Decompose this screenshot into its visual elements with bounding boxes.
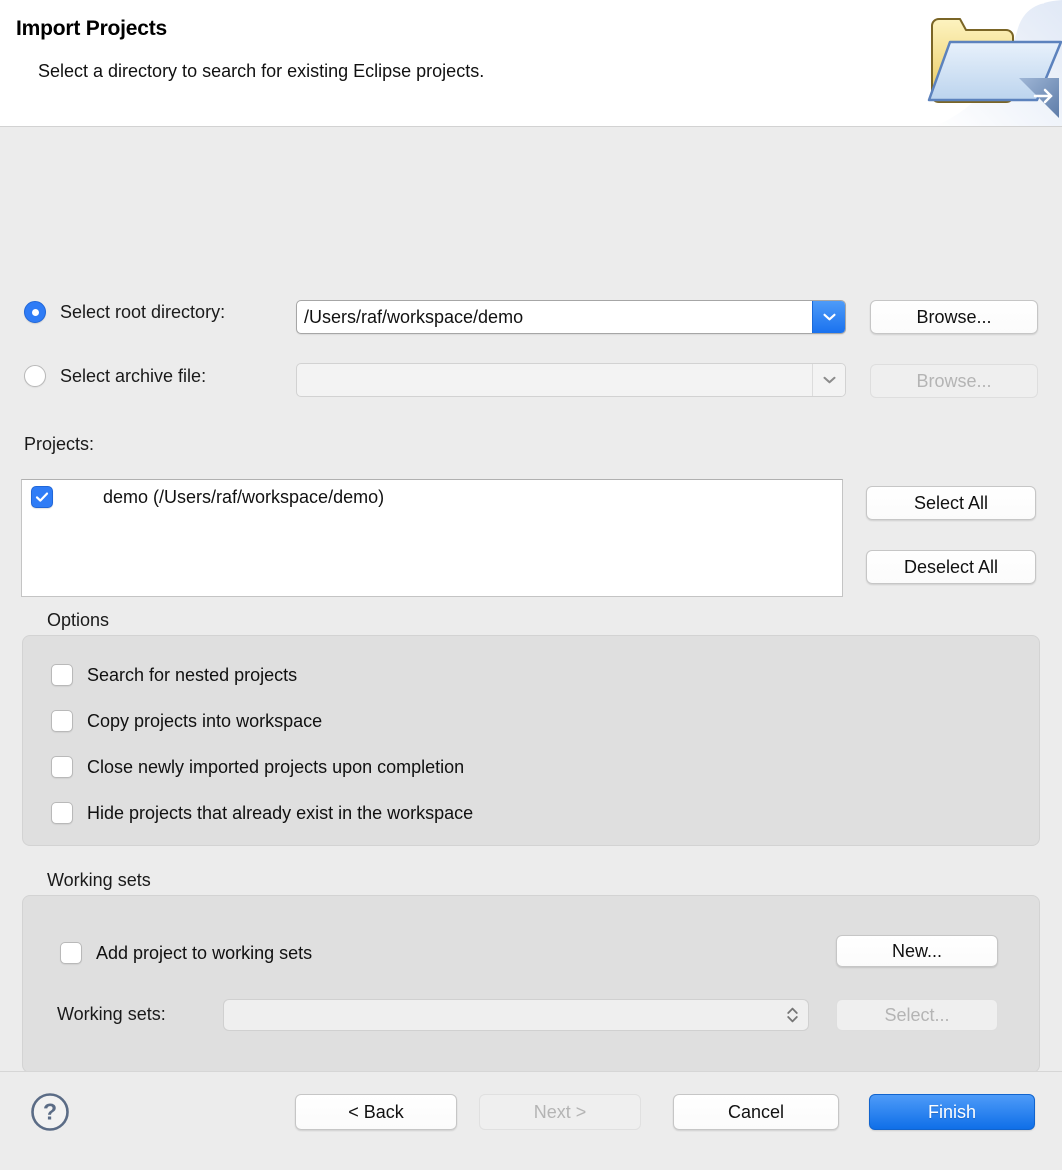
import-projects-dialog: Import Projects Select a directory to se…	[0, 0, 1062, 1170]
svg-text:?: ?	[43, 1099, 57, 1125]
new-working-set-button[interactable]: New...	[836, 935, 998, 967]
page-subtitle: Select a directory to search for existin…	[38, 61, 485, 81]
list-item[interactable]: demo (/Users/raf/workspace/demo)	[22, 480, 842, 514]
dialog-header: Import Projects Select a directory to se…	[0, 0, 1062, 127]
browse-root-directory-button[interactable]: Browse...	[870, 300, 1038, 334]
projects-label: Projects:	[24, 434, 95, 454]
option-label: Search for nested projects	[87, 664, 298, 685]
chevron-down-icon	[823, 376, 835, 384]
radio-label-root-directory: Select root directory:	[60, 301, 226, 322]
project-checkbox[interactable]	[31, 486, 53, 508]
working-sets-group-box	[22, 895, 1040, 1073]
option-checkbox[interactable]	[51, 710, 73, 732]
option-label: Hide projects that already exist in the …	[87, 802, 474, 823]
back-button[interactable]: < Back	[295, 1094, 457, 1130]
dialog-footer: ? < Back Next > Cancel Finish	[0, 1071, 1062, 1170]
root-directory-dropdown-button[interactable]	[812, 301, 845, 333]
stepper-up-down-icon[interactable]	[786, 1005, 799, 1025]
root-directory-combo[interactable]: /Users/raf/workspace/demo	[296, 300, 846, 334]
next-button[interactable]: Next >	[479, 1094, 641, 1130]
radio-select-archive-file[interactable]	[24, 365, 46, 387]
deselect-all-button[interactable]: Deselect All	[866, 550, 1036, 584]
radio-select-root-directory[interactable]	[24, 301, 46, 323]
add-project-to-working-sets-label: Add project to working sets	[96, 942, 313, 963]
option-label: Copy projects into workspace	[87, 710, 323, 731]
project-name-label: demo (/Users/raf/workspace/demo)	[103, 486, 385, 507]
working-sets-combo-label: Working sets:	[57, 1004, 166, 1024]
checkmark-icon	[35, 492, 49, 502]
projects-list[interactable]: demo (/Users/raf/workspace/demo)	[21, 479, 843, 597]
add-project-to-working-sets-checkbox[interactable]	[60, 942, 82, 964]
radio-label-archive-file: Select archive file:	[60, 365, 207, 386]
option-close-newly-imported-projects[interactable]: Close newly imported projects upon compl…	[51, 756, 464, 778]
option-copy-projects-into-workspace[interactable]: Copy projects into workspace	[51, 710, 322, 732]
archive-file-dropdown-button[interactable]	[812, 364, 845, 396]
options-group-title: Options	[47, 610, 110, 630]
select-all-button[interactable]: Select All	[866, 486, 1036, 520]
option-checkbox[interactable]	[51, 802, 73, 824]
archive-file-input[interactable]	[297, 364, 812, 396]
option-label: Close newly imported projects upon compl…	[87, 756, 465, 777]
import-folder-icon	[914, 0, 1062, 126]
radio-row-archive-file[interactable]: Select archive file:	[24, 365, 206, 387]
root-directory-input[interactable]: /Users/raf/workspace/demo	[297, 301, 812, 333]
cancel-button[interactable]: Cancel	[673, 1094, 839, 1130]
add-project-to-working-sets-row[interactable]: Add project to working sets	[60, 942, 312, 964]
page-title: Import Projects	[16, 17, 168, 40]
chevron-down-icon	[822, 313, 836, 321]
help-question-icon[interactable]: ?	[30, 1092, 70, 1132]
radio-row-root-directory[interactable]: Select root directory:	[24, 301, 225, 323]
finish-button[interactable]: Finish	[869, 1094, 1035, 1130]
option-checkbox[interactable]	[51, 664, 73, 686]
dialog-body: Select root directory: /Users/raf/worksp…	[0, 127, 1062, 1073]
select-working-set-button[interactable]: Select...	[836, 999, 998, 1031]
option-hide-existing-projects[interactable]: Hide projects that already exist in the …	[51, 802, 473, 824]
option-search-nested-projects[interactable]: Search for nested projects	[51, 664, 297, 686]
working-sets-combo[interactable]	[223, 999, 809, 1031]
archive-file-combo[interactable]	[296, 363, 846, 397]
browse-archive-file-button[interactable]: Browse...	[870, 364, 1038, 398]
working-sets-group-title: Working sets	[47, 870, 151, 890]
option-checkbox[interactable]	[51, 756, 73, 778]
